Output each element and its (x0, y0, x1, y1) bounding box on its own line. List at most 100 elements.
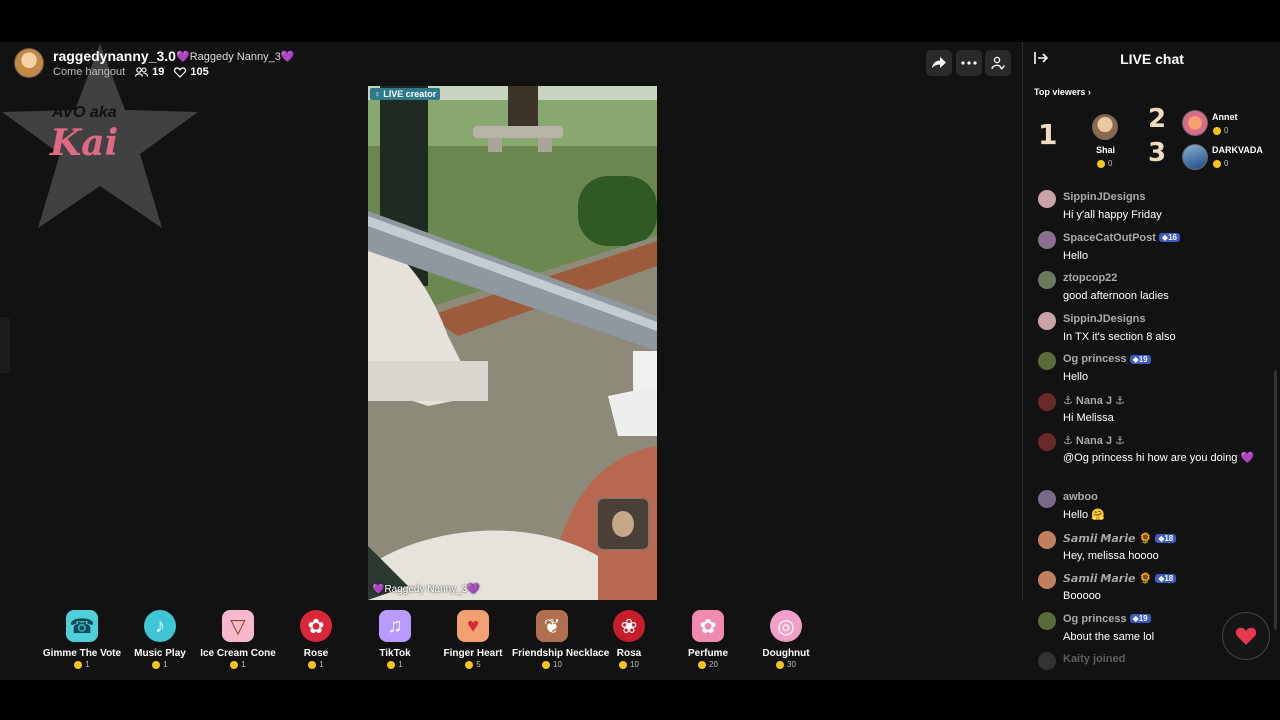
level-badge: ◆19 (1129, 354, 1151, 364)
coin-icon (776, 660, 785, 669)
host-avatar[interactable] (14, 48, 44, 78)
watermark-line1: AVO aka (52, 104, 117, 121)
coin-icon (1213, 159, 1221, 168)
live-creator-badge: ♀ LIVE creator (370, 88, 441, 100)
chat-message: 𝙎𝙖𝙢𝙞𝙞 𝙈𝙖𝙧𝙞𝙚 🌻 ◆18 Booooo (1038, 571, 1274, 612)
doughnut-gift-icon: ◎ (770, 610, 802, 642)
host-tag: 💜Raggedy Nanny_3💜 (176, 51, 295, 63)
coin-icon (619, 660, 628, 669)
like-button[interactable] (1222, 612, 1270, 660)
top-viewers-link[interactable]: Top viewers › (1034, 87, 1091, 97)
avatar[interactable] (1038, 230, 1056, 249)
heart-icon (1235, 627, 1257, 645)
chat-message: ⚓ Nana J ⚓ @Og princess hi how are you d… (1038, 433, 1274, 490)
user-check-icon (991, 56, 1005, 70)
rosa-gift-icon: ❀ (613, 610, 645, 642)
avatar[interactable] (1038, 271, 1056, 289)
avatar[interactable] (1038, 530, 1056, 549)
gift-item[interactable]: ☎ Gimme The Vote 1 (42, 610, 122, 669)
avatar[interactable] (1038, 352, 1056, 370)
coin-icon (1213, 126, 1221, 135)
chat-message: SippinJDesigns Hi y'all happy Friday (1038, 190, 1274, 231)
follow-user-button[interactable] (985, 50, 1011, 76)
gift-item[interactable]: ✿ Perfume 20 (668, 610, 748, 669)
avatar[interactable] (1038, 611, 1056, 630)
rose-gift-icon: ✿ (300, 610, 332, 642)
music-gift-icon: ♪ (144, 610, 176, 642)
guest-avatar (612, 511, 634, 537)
top-viewer-name: Shai (1096, 145, 1116, 155)
gift-item[interactable]: ▽ Ice Cream Cone 1 (198, 610, 278, 669)
stream-area: AVO aka Kai raggedynanny_3.0 💜Raggedy Na… (0, 42, 1023, 680)
gift-item[interactable]: ✿ Rose 1 (276, 610, 356, 669)
coin-icon (230, 660, 239, 669)
host-subtitle: Come hangout (53, 66, 126, 78)
chat-message: ztopcop22 good afternoon ladies (1038, 271, 1274, 312)
share-button[interactable] (926, 50, 952, 76)
video-creator-label: 💜Raggedy Nanny_3💜 (372, 584, 480, 595)
coin-icon (152, 660, 161, 669)
coin-icon (74, 660, 83, 669)
chevron-right-icon: › (1087, 87, 1091, 97)
level-badge: ◆18 (1155, 533, 1177, 543)
top-viewer-avatar[interactable] (1182, 144, 1208, 170)
person-icon: ♀ (374, 89, 384, 99)
level-badge: ◆19 (1129, 614, 1151, 623)
side-panel-handle[interactable] (0, 317, 10, 373)
live-chat-panel: LIVE chat Top viewers › 1 Shai 0 2 Annet… (1024, 42, 1280, 680)
top-viewer-name: DARKVADA (1212, 145, 1263, 155)
more-options-button[interactable] (956, 50, 982, 76)
rank-1: 1 (1038, 118, 1058, 151)
top-viewer-avatar[interactable] (1092, 114, 1118, 140)
watermark-line2: Kai (50, 122, 119, 164)
level-badge: ◆16 (1158, 233, 1180, 242)
chat-scrollbar[interactable] (1274, 370, 1277, 630)
avatar[interactable] (1038, 490, 1056, 508)
coin-icon (542, 660, 551, 669)
gift-bar: ☎ Gimme The Vote 1 ♪ Music Play 1 ▽ Ice … (0, 600, 1023, 680)
level-badge: ◆18 (1155, 574, 1177, 583)
perfume-gift-icon: ✿ (692, 610, 724, 642)
coin-icon (387, 660, 396, 669)
chat-message: 𝙎𝙖𝙢𝙞𝙞 𝙈𝙖𝙧𝙞𝙚 🌻 ◆18 Hey, melissa hoooo (1038, 530, 1274, 572)
gift-item[interactable]: ♫ TikTok 1 (355, 610, 435, 669)
rank-3: 3 (1148, 138, 1167, 168)
avatar[interactable] (1038, 392, 1056, 411)
heart-outline-icon (174, 66, 187, 78)
live-stream-window: AVO aka Kai raggedynanny_3.0 💜Raggedy Na… (0, 42, 1280, 680)
share-arrow-icon (932, 57, 946, 69)
chat-title: LIVE chat (1120, 51, 1184, 67)
chat-message: SippinJDesigns In TX it's section 8 also (1038, 311, 1274, 353)
finger-heart-gift-icon: ♥ (457, 610, 489, 642)
phone-gift-icon: ☎ (66, 610, 98, 642)
viewers-icon (135, 67, 149, 77)
chat-message: SpaceCatOutPost ◆16 Hello (1038, 230, 1274, 272)
necklace-gift-icon: ❦ (536, 610, 568, 642)
avatar[interactable] (1038, 311, 1056, 330)
stream-header: raggedynanny_3.0 💜Raggedy Nanny_3💜 Come … (0, 42, 1023, 86)
rank-2: 2 (1148, 104, 1167, 134)
viewer-count: 19 (135, 66, 164, 78)
tiktok-gift-icon: ♫ (379, 610, 411, 642)
gift-item[interactable]: ◎ Doughnut 30 (746, 610, 826, 669)
host-subtitle-row: Come hangout 19 105 (53, 66, 209, 78)
avatar[interactable] (1038, 571, 1056, 589)
chat-message: ⚓ Nana J ⚓ Hi Melissa (1038, 392, 1274, 434)
gift-item[interactable]: ❦ Friendship Necklace 10 (512, 610, 609, 669)
ice-cream-gift-icon: ▽ (222, 610, 254, 642)
like-count: 105 (174, 66, 209, 78)
coin-icon (698, 660, 707, 669)
top-viewer-avatar[interactable] (1182, 110, 1208, 136)
avatar[interactable] (1038, 433, 1056, 451)
coin-icon (1097, 159, 1105, 168)
avatar (1038, 652, 1056, 670)
chat-message: Og princess ◆19 Hello (1038, 352, 1274, 393)
avatar[interactable] (1038, 190, 1056, 208)
coin-icon (465, 660, 474, 669)
guest-camera-thumbnail[interactable] (597, 498, 649, 550)
host-name[interactable]: raggedynanny_3.0 (53, 48, 176, 64)
gift-item[interactable]: ♥ Finger Heart 5 (433, 610, 513, 669)
gift-item[interactable]: ❀ Rosa 10 (589, 610, 669, 669)
gift-item[interactable]: ♪ Music Play 1 (120, 610, 200, 669)
more-dots-icon (961, 61, 977, 65)
